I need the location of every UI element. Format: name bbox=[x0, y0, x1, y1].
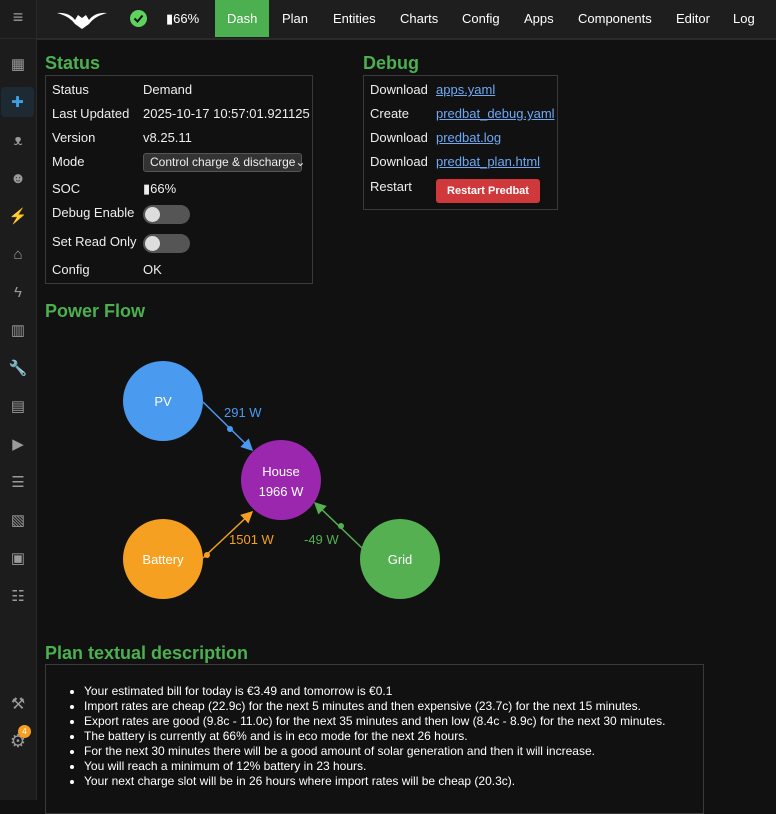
status-label: Status bbox=[52, 82, 89, 97]
battery-flow-value: 1501 W bbox=[229, 532, 275, 547]
house-node bbox=[241, 440, 321, 520]
person-board-icon[interactable]: ▣ bbox=[6, 546, 30, 570]
chart-icon[interactable]: ▥ bbox=[6, 318, 30, 342]
debug-title: Debug bbox=[363, 53, 419, 73]
lightning-icon[interactable]: ϟ bbox=[6, 280, 30, 304]
status-label: Debug Enable bbox=[52, 205, 135, 220]
notification-badge: 4 bbox=[18, 725, 31, 738]
status-label: Last Updated bbox=[52, 106, 130, 121]
grid-flow-dot bbox=[338, 523, 344, 529]
debug-label: Download bbox=[370, 130, 428, 145]
status-label: Mode bbox=[52, 154, 85, 169]
grid-label: Grid bbox=[388, 552, 413, 567]
sidebar: ≡ ▦ ✚ ᴥ ☻ ⚡ ⌂ ϟ ▥ 🔧 ▤ ▶ ☰ ▧ ▣ ☷ ⚒ ⚙ 4 bbox=[0, 0, 37, 800]
chevron-down-icon: ⌄ bbox=[295, 155, 306, 169]
debug-label: Download bbox=[370, 82, 428, 97]
tab-charts[interactable]: Charts bbox=[400, 0, 438, 37]
debug-enable-toggle[interactable] bbox=[143, 205, 190, 224]
status-label: SOC bbox=[52, 181, 81, 196]
tab-plan[interactable]: Plan bbox=[282, 0, 308, 37]
debug-label: Download bbox=[370, 154, 428, 169]
list-icon[interactable]: ☷ bbox=[6, 584, 30, 608]
battery-indicator: ▮66% bbox=[166, 11, 200, 26]
tab-editor[interactable]: Editor bbox=[676, 0, 710, 37]
dashboard-icon[interactable]: ▦ bbox=[6, 52, 30, 76]
database-icon[interactable]: ☰ bbox=[6, 470, 30, 494]
pv-flow-value: 291 W bbox=[224, 405, 262, 420]
media-icon[interactable]: ▶ bbox=[6, 432, 30, 456]
download-link[interactable]: predbat.log bbox=[436, 130, 501, 145]
puzzle-icon[interactable]: ✚ bbox=[1, 87, 34, 117]
hacs-icon[interactable]: ▤ bbox=[6, 394, 30, 418]
status-title: Status bbox=[45, 53, 101, 73]
status-label: Set Read Only bbox=[52, 234, 137, 249]
download-link[interactable]: predbat_debug.yaml bbox=[436, 106, 555, 121]
download-link[interactable]: apps.yaml bbox=[436, 82, 495, 97]
grid-flow-value: -49 W bbox=[304, 532, 339, 547]
plan-item: The battery is currently at 66% and is i… bbox=[84, 729, 665, 744]
predbat-logo bbox=[57, 12, 107, 29]
status-value: v8.25.11 bbox=[143, 130, 192, 145]
sidebar-divider bbox=[0, 38, 37, 39]
check-circle-icon bbox=[130, 10, 147, 27]
house-label: House bbox=[262, 464, 300, 479]
plan-item: Export rates are good (9.8c - 11.0c) for… bbox=[84, 714, 665, 729]
plan-item: Import rates are cheap (22.9c) for the n… bbox=[84, 699, 665, 714]
ev-charger-icon[interactable]: ⚡ bbox=[6, 204, 30, 228]
status-value: ▮66% bbox=[143, 181, 177, 196]
debug-label: Restart bbox=[370, 179, 412, 194]
battery-label: Battery bbox=[142, 552, 184, 567]
house-power: 1966 W bbox=[259, 484, 305, 499]
hammer-icon[interactable]: ⚒ bbox=[6, 692, 30, 716]
power-flow-title: Power Flow bbox=[45, 301, 146, 321]
top-nav: ▮66% Dash Plan Entities Charts Config Apps Com… bbox=[37, 0, 776, 40]
tab-log[interactable]: Log bbox=[733, 0, 755, 37]
bat-icon[interactable]: ᴥ bbox=[6, 128, 30, 152]
plan-title: Plan textual description bbox=[45, 643, 249, 663]
battery-flow-dot bbox=[204, 552, 210, 558]
status-value: OK bbox=[143, 262, 162, 277]
home-icon[interactable]: ⌂ bbox=[6, 242, 30, 266]
restart-button[interactable]: Restart Predbat bbox=[436, 179, 540, 203]
menu-icon[interactable]: ≡ bbox=[6, 5, 30, 29]
status-label: Version bbox=[52, 130, 96, 145]
clipboard-icon[interactable]: ▧ bbox=[6, 508, 30, 532]
read-only-toggle[interactable] bbox=[143, 234, 190, 253]
status-value: Demand bbox=[143, 82, 193, 97]
plan-list: Your estimated bill for today is €3.49 a… bbox=[84, 684, 665, 789]
robot-icon[interactable]: ☻ bbox=[6, 166, 30, 190]
tab-components[interactable]: Components bbox=[578, 0, 652, 37]
tab-apps[interactable]: Apps bbox=[524, 0, 554, 37]
tab-config[interactable]: Config bbox=[462, 0, 500, 37]
plan-item: Your next charge slot will be in 26 hour… bbox=[84, 774, 665, 789]
plan-item: You will reach a minimum of 12% battery … bbox=[84, 759, 665, 774]
power-flow-diagram: PV House 1966 W Battery Grid 291 W 1501 … bbox=[123, 361, 440, 599]
status-label: Config bbox=[52, 262, 90, 277]
pv-label: PV bbox=[154, 394, 172, 409]
mode-select-value: Control charge & discharge bbox=[150, 155, 296, 169]
plan-item: For the next 30 minutes there will be a … bbox=[84, 744, 665, 759]
mode-select[interactable]: Control charge & discharge ⌄ bbox=[143, 153, 306, 172]
tab-dash[interactable]: Dash bbox=[215, 0, 270, 37]
download-link[interactable]: predbat_plan.html bbox=[436, 154, 540, 169]
plan-item: Your estimated bill for today is €3.49 a… bbox=[84, 684, 665, 699]
status-value: 2025-10-17 10:57:01.921125 bbox=[143, 106, 310, 121]
tab-entities[interactable]: Entities bbox=[333, 0, 376, 37]
pv-flow-dot bbox=[227, 426, 233, 432]
wrench-icon[interactable]: 🔧 bbox=[6, 356, 30, 380]
debug-label: Create bbox=[370, 106, 410, 121]
gear-icon[interactable]: ⚙ 4 bbox=[6, 725, 31, 753]
